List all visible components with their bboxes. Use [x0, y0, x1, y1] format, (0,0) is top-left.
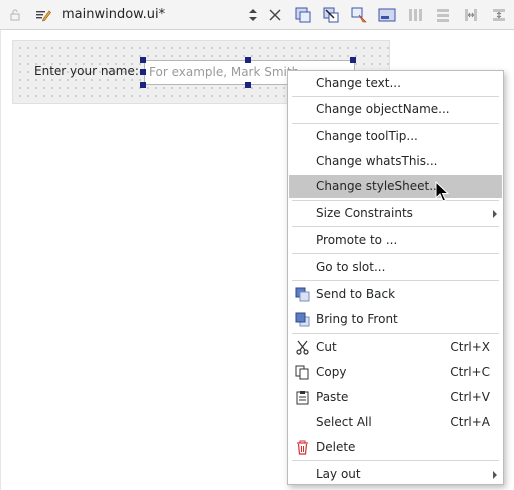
menu-item-go-to-slot[interactable]: Go to slot... — [289, 256, 502, 279]
menu-separator — [292, 460, 499, 461]
selection-handle-middle-left[interactable] — [140, 69, 146, 75]
designer-window: mainwindow.ui* Enter your name: For exam… — [0, 0, 514, 490]
bring-to-front-icon — [295, 312, 310, 327]
selection-handle-top-right[interactable] — [350, 57, 356, 63]
edit-buddies-icon[interactable] — [350, 6, 368, 24]
menu-separator — [292, 333, 499, 334]
selection-handle-top-middle[interactable] — [245, 57, 251, 63]
selection-handle-bottom-left[interactable] — [140, 82, 146, 88]
menu-item-copy[interactable]: Copy Ctrl+C — [289, 361, 502, 384]
lock-icon[interactable] — [6, 6, 24, 24]
menu-item-change-tooltip[interactable]: Change toolTip... — [289, 125, 502, 148]
menu-separator — [292, 96, 499, 97]
menu-item-delete[interactable]: Delete — [289, 436, 502, 459]
name-label[interactable]: Enter your name: — [34, 64, 139, 78]
context-menu: Change text... Change objectName... Chan… — [287, 70, 504, 485]
menu-separator — [292, 226, 499, 227]
scissors-icon — [295, 340, 310, 355]
menu-separator — [292, 123, 499, 124]
menu-item-send-to-back[interactable]: Send to Back — [289, 283, 502, 306]
menu-item-bring-to-front[interactable]: Bring to Front — [289, 308, 502, 331]
menu-item-change-objectname[interactable]: Change objectName... — [289, 98, 502, 121]
menu-separator — [292, 280, 499, 281]
trash-icon — [295, 440, 310, 455]
menu-item-paste[interactable]: Paste Ctrl+V — [289, 386, 502, 409]
paste-icon — [295, 390, 310, 405]
menu-separator — [292, 253, 499, 254]
close-icon[interactable] — [266, 6, 284, 24]
selection-handle-bottom-middle[interactable] — [245, 82, 251, 88]
submenu-arrow-icon — [493, 471, 497, 479]
edit-signals-slots-icon[interactable] — [322, 6, 340, 24]
document-title[interactable]: mainwindow.ui* — [62, 7, 165, 22]
menu-item-cut[interactable]: Cut Ctrl+X — [289, 336, 502, 359]
edit-document-icon — [34, 6, 52, 24]
copy-icon — [295, 365, 310, 380]
menu-item-size-constraints[interactable]: Size Constraints — [289, 202, 502, 225]
menu-item-change-text[interactable]: Change text... — [289, 72, 502, 95]
updown-icon[interactable] — [244, 6, 262, 24]
form-editor-toolbar: mainwindow.ui* — [0, 0, 514, 30]
layout-split-vertical-icon[interactable] — [490, 6, 508, 24]
edit-tab-order-icon[interactable] — [378, 6, 396, 24]
layout-horizontal-icon[interactable] — [406, 6, 424, 24]
submenu-arrow-icon — [493, 210, 497, 218]
menu-item-promote-to[interactable]: Promote to ... — [289, 229, 502, 252]
layout-split-horizontal-icon[interactable] — [462, 6, 480, 24]
menu-item-change-stylesheet[interactable]: Change styleSheet... — [289, 175, 502, 198]
menu-item-select-all[interactable]: Select All Ctrl+A — [289, 411, 502, 434]
menu-separator — [292, 200, 499, 201]
layout-vertical-icon[interactable] — [434, 6, 452, 24]
send-to-back-icon — [295, 287, 310, 302]
selection-handle-top-left[interactable] — [140, 57, 146, 63]
menu-item-lay-out[interactable]: Lay out — [289, 463, 502, 486]
mouse-cursor-icon — [435, 181, 449, 202]
edit-widgets-icon[interactable] — [294, 6, 312, 24]
menu-item-change-whatsthis[interactable]: Change whatsThis... — [289, 150, 502, 173]
